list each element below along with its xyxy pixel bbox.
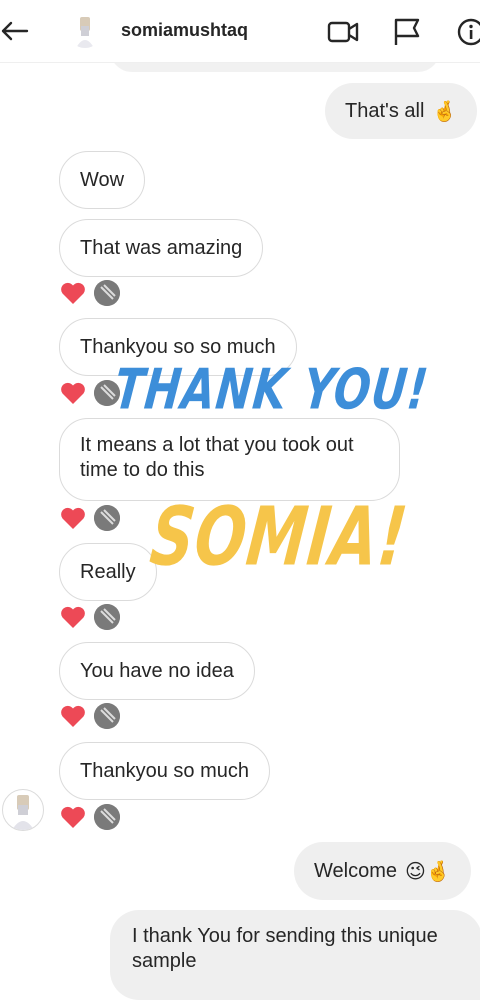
sender-avatar[interactable]: [2, 789, 44, 831]
heart-icon: [61, 382, 85, 404]
chat-username[interactable]: somiamushtaq: [121, 20, 248, 41]
sent-message[interactable]: I thank You for sending this unique samp…: [110, 910, 480, 1000]
heart-icon: [61, 705, 85, 727]
heart-icon: [61, 282, 85, 304]
somia-sticker: SOMIA!: [146, 490, 413, 585]
message-text: That was amazing: [80, 236, 243, 259]
message-reactions[interactable]: [60, 280, 120, 306]
reactor-avatar: [94, 804, 120, 830]
message-text: You have no idea: [80, 659, 234, 682]
message-text: Really: [80, 560, 136, 583]
message-reactions[interactable]: [60, 804, 120, 830]
wink-crossed-fingers-emoji: 😉🤞: [405, 858, 451, 883]
message-text: Thankyou so much: [80, 759, 249, 782]
received-message[interactable]: You have no idea: [59, 642, 255, 700]
heart-icon: [61, 806, 85, 828]
sent-message[interactable]: That's all 🤞: [325, 83, 478, 139]
heart-icon: [61, 606, 85, 628]
received-message[interactable]: It means a lot that you took out time to…: [59, 418, 400, 501]
message-reactions[interactable]: [60, 604, 120, 630]
reactor-avatar: [94, 280, 120, 306]
message-text: Welcome: [314, 859, 397, 882]
info-icon[interactable]: [455, 17, 480, 47]
received-message[interactable]: Thankyou so much: [59, 742, 270, 800]
message-reactions[interactable]: [60, 380, 120, 406]
reactor-avatar: [94, 703, 120, 729]
message-reactions[interactable]: [60, 505, 120, 531]
message-reactions[interactable]: [60, 703, 120, 729]
message-text: That's all: [345, 99, 425, 122]
header-avatar[interactable]: [68, 14, 102, 48]
crossed-fingers-emoji: 🤞: [432, 98, 458, 123]
message-text: It means a lot that you took out time to…: [80, 434, 354, 481]
message-text: Wow: [80, 168, 125, 191]
reactor-avatar: [94, 505, 120, 531]
message-text: Thankyou so so much: [80, 335, 276, 358]
flag-icon[interactable]: [392, 17, 424, 47]
chat-header: somiamushtaq: [0, 0, 480, 63]
back-arrow-icon[interactable]: [0, 16, 30, 46]
video-call-icon[interactable]: [327, 17, 359, 47]
received-message[interactable]: Wow: [59, 151, 146, 209]
thank-you-sticker: THANK YOU!: [111, 358, 432, 423]
received-message[interactable]: That was amazing: [59, 219, 264, 277]
message-text: I thank You for sending this unique samp…: [132, 925, 438, 972]
reactor-avatar: [94, 604, 120, 630]
sent-message[interactable]: Welcome 😉🤞: [294, 842, 471, 900]
received-message[interactable]: Really: [59, 543, 157, 601]
heart-icon: [61, 507, 85, 529]
